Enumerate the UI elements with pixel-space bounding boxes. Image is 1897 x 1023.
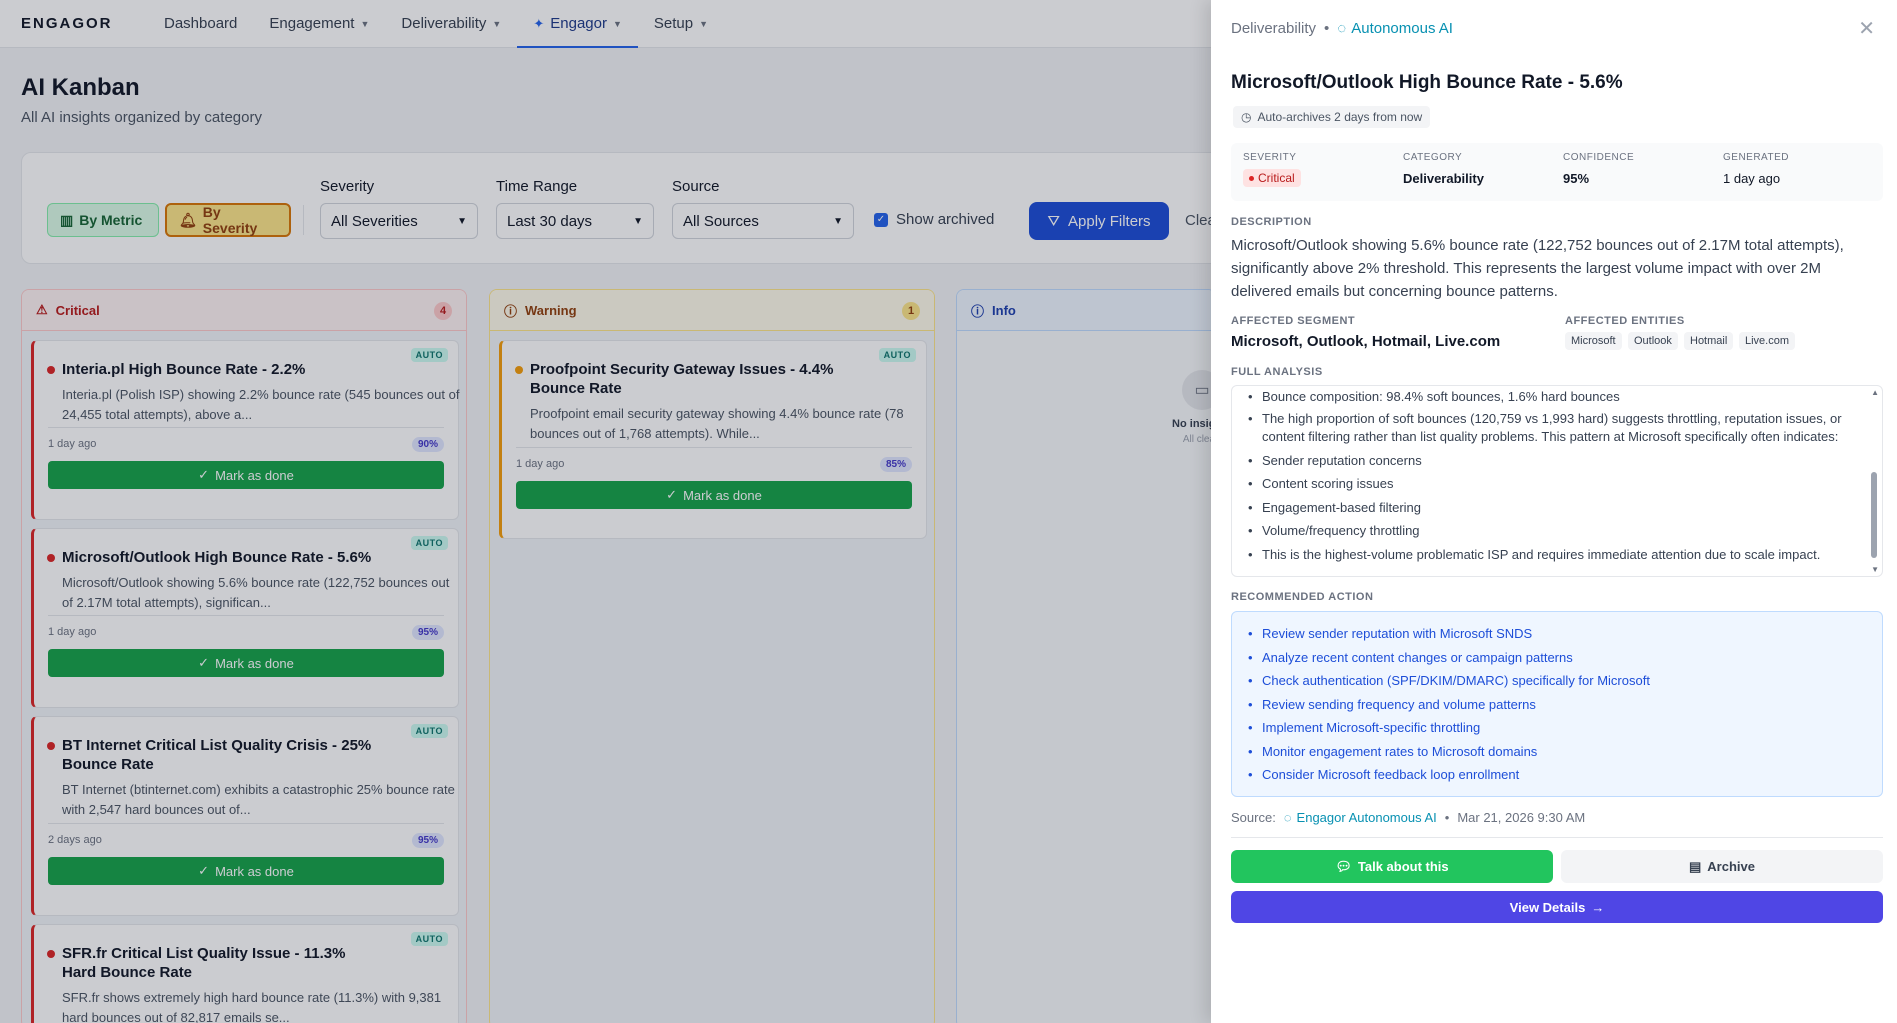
scroll-down-arrow-icon[interactable]: ▼ xyxy=(1871,565,1879,574)
analysis-item: The high proportion of soft bounces (120… xyxy=(1248,410,1852,446)
meta-generated: GENERATED 1 day ago xyxy=(1723,152,1789,186)
recommended-action-item: Review sending frequency and volume patt… xyxy=(1248,697,1536,712)
meta-confidence-label: CONFIDENCE xyxy=(1563,152,1635,163)
breadcrumb: Deliverability • ◌ Autonomous AI xyxy=(1231,20,1453,37)
source-label: Source: xyxy=(1231,810,1276,825)
divider xyxy=(1231,837,1883,838)
arrow-right-icon: → xyxy=(1591,899,1605,915)
breadcrumb-category: Deliverability xyxy=(1231,20,1317,37)
auto-archive-text: Auto-archives 2 days from now xyxy=(1257,110,1423,124)
panel-title: Microsoft/Outlook High Bounce Rate - 5.6… xyxy=(1231,72,1623,93)
meta-confidence-value: 95% xyxy=(1563,171,1590,186)
talk-about-this-label: Talk about this xyxy=(1357,859,1449,874)
scroll-up-arrow-icon[interactable]: ▲ xyxy=(1871,388,1879,397)
view-details-label: View Details xyxy=(1509,899,1586,915)
ai-spinner-icon: ◌ xyxy=(1337,20,1347,37)
auto-archive-badge: ◷ Auto-archives 2 days from now xyxy=(1233,106,1431,128)
breadcrumb-ai-label: Autonomous AI xyxy=(1351,20,1453,37)
recommended-action-item: Check authentication (SPF/DKIM/DMARC) sp… xyxy=(1248,673,1650,688)
recommended-actions-box: Review sender reputation with Microsoft … xyxy=(1231,611,1883,797)
meta-severity: SEVERITY Critical xyxy=(1243,152,1301,187)
description-text: Microsoft/Outlook showing 5.6% bounce ra… xyxy=(1231,237,1844,300)
source-link[interactable]: ◌ Engagor Autonomous AI xyxy=(1284,810,1437,825)
recommended-action-item: Monitor engagement rates to Microsoft do… xyxy=(1248,744,1537,759)
analysis-item: This is the highest-volume problematic I… xyxy=(1248,546,1852,564)
clock-icon: ◷ xyxy=(1241,110,1252,124)
meta-severity-label: SEVERITY xyxy=(1243,152,1297,163)
breadcrumb-ai-source: ◌ Autonomous AI xyxy=(1337,20,1453,37)
meta-confidence: CONFIDENCE 95% xyxy=(1563,152,1634,186)
ai-spinner-icon: ◌ xyxy=(1283,810,1292,825)
archive-button[interactable]: ▤ Archive xyxy=(1561,850,1883,883)
meta-generated-label: GENERATED xyxy=(1723,152,1789,163)
severity-dot xyxy=(1249,175,1254,181)
full-analysis-box[interactable]: Bounce composition: 98.4% soft bounces, … xyxy=(1231,385,1883,577)
meta-generated-value: 1 day ago xyxy=(1723,171,1781,186)
insight-detail-panel: Deliverability • ◌ Autonomous AI ✕ Micros… xyxy=(1211,0,1897,1023)
entity-chip: Live.com xyxy=(1739,332,1796,350)
recommended-action-item: Implement Microsoft-specific throttling xyxy=(1248,720,1480,735)
recommended-action-item: Analyze recent content changes or campai… xyxy=(1248,650,1573,665)
entity-chip: Outlook xyxy=(1628,332,1678,350)
recommended-action-label: RECOMMENDED ACTION xyxy=(1231,591,1374,603)
entity-chip: Microsoft xyxy=(1565,332,1622,350)
entity-chip: Hotmail xyxy=(1684,332,1734,350)
analysis-item: Volume/frequency throttling xyxy=(1248,522,1852,540)
recommended-action-item: Review sender reputation with Microsoft … xyxy=(1248,626,1532,641)
analysis-item: Bounce composition: 98.4% soft bounces, … xyxy=(1248,388,1852,406)
archive-box-icon: ▤ xyxy=(1689,858,1702,874)
affected-entities-label: AFFECTED ENTITIES xyxy=(1565,315,1685,327)
talk-about-this-button[interactable]: 💬︎ Talk about this xyxy=(1231,850,1553,883)
chat-bubble-icon: 💬︎ xyxy=(1335,858,1352,874)
modal-backdrop[interactable] xyxy=(0,0,1211,1023)
source-line: Source: ◌ Engagor Autonomous AI • Mar 21,… xyxy=(1231,810,1585,825)
analysis-item: Sender reputation concerns xyxy=(1248,452,1852,470)
meta-category-value: Deliverability xyxy=(1403,171,1484,186)
meta-category-label: CATEGORY xyxy=(1403,152,1463,163)
source-name: Engagor Autonomous AI xyxy=(1296,810,1437,825)
view-details-button[interactable]: View Details → xyxy=(1231,891,1883,923)
source-separator: • xyxy=(1444,810,1450,825)
scrollbar-thumb[interactable] xyxy=(1871,472,1877,558)
archive-label: Archive xyxy=(1707,859,1755,874)
full-analysis-label: FULL ANALYSIS xyxy=(1231,366,1323,378)
meta-category: CATEGORY Deliverability xyxy=(1403,152,1484,186)
affected-segment-value: Microsoft, Outlook, Hotmail, Live.com xyxy=(1231,333,1501,350)
recommended-action-item: Consider Microsoft feedback loop enrollm… xyxy=(1248,767,1519,782)
analysis-item: Engagement-based filtering xyxy=(1248,499,1852,517)
source-date: Mar 21, 2026 9:30 AM xyxy=(1457,810,1586,825)
breadcrumb-separator: • xyxy=(1324,20,1330,37)
description-label: DESCRIPTION xyxy=(1231,216,1312,228)
severity-badge: Critical xyxy=(1243,169,1301,187)
affected-segment-label: AFFECTED SEGMENT xyxy=(1231,315,1356,327)
close-icon[interactable]: ✕ xyxy=(1858,16,1875,41)
insight-meta: SEVERITY Critical CATEGORY Deliverabilit… xyxy=(1231,143,1883,201)
analysis-item: Content scoring issues xyxy=(1248,475,1852,493)
severity-badge-label: Critical xyxy=(1258,171,1295,185)
